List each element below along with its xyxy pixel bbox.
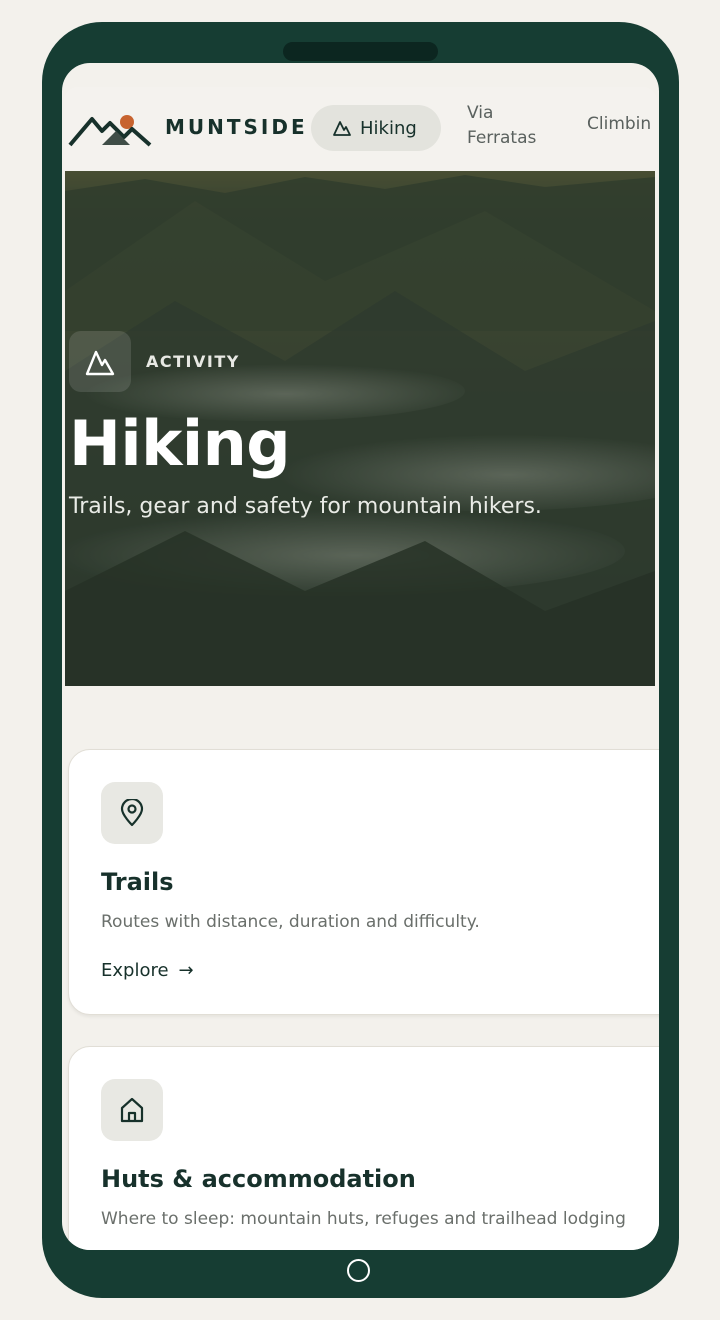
nav-tab-via-ferratas[interactable]: Via Ferratas <box>467 101 557 151</box>
trails-card[interactable]: Trails Routes with distance, duration an… <box>68 749 659 1015</box>
card-icon-badge <box>101 1079 163 1141</box>
hero-title: Hiking <box>69 407 291 480</box>
nav-tab-hiking[interactable]: Hiking <box>311 105 441 151</box>
hero-eyebrow: ACTIVITY <box>146 352 240 371</box>
house-icon <box>120 1097 144 1123</box>
app-screen: MUNTSIDE Hiking Via Ferratas Climbin ACT… <box>62 63 659 1250</box>
hero-banner: ACTIVITY Hiking Trails, gear and safety … <box>65 171 655 686</box>
mountain-icon <box>85 350 115 376</box>
card-title: Trails <box>101 868 174 896</box>
card-description: Routes with distance, duration and diffi… <box>101 912 480 932</box>
hero-activity-badge <box>69 331 131 392</box>
card-icon-badge <box>101 782 163 844</box>
top-navigation-bar: MUNTSIDE Hiking Via Ferratas Climbin <box>64 87 657 171</box>
brand-name[interactable]: MUNTSIDE <box>165 115 308 139</box>
explore-link[interactable]: Explore → <box>101 960 194 981</box>
huts-card[interactable]: Huts & accommodation Where to sleep: mou… <box>68 1046 659 1250</box>
home-button[interactable] <box>347 1259 370 1282</box>
phone-frame: MUNTSIDE Hiking Via Ferratas Climbin ACT… <box>42 22 679 1298</box>
arrow-right-icon: → <box>178 960 194 981</box>
nav-tab-climbing[interactable]: Climbin <box>587 114 651 134</box>
phone-speaker <box>283 42 438 61</box>
card-title: Huts & accommodation <box>101 1165 416 1193</box>
mountain-icon <box>333 121 351 136</box>
nav-tab-label: Hiking <box>360 118 417 139</box>
explore-link-label: Explore <box>101 960 169 981</box>
logo-icon[interactable] <box>68 109 152 149</box>
card-description: Where to sleep: mountain huts, refuges a… <box>101 1209 626 1229</box>
location-pin-icon <box>120 799 144 827</box>
hero-subtitle: Trails, gear and safety for mountain hik… <box>69 494 542 519</box>
